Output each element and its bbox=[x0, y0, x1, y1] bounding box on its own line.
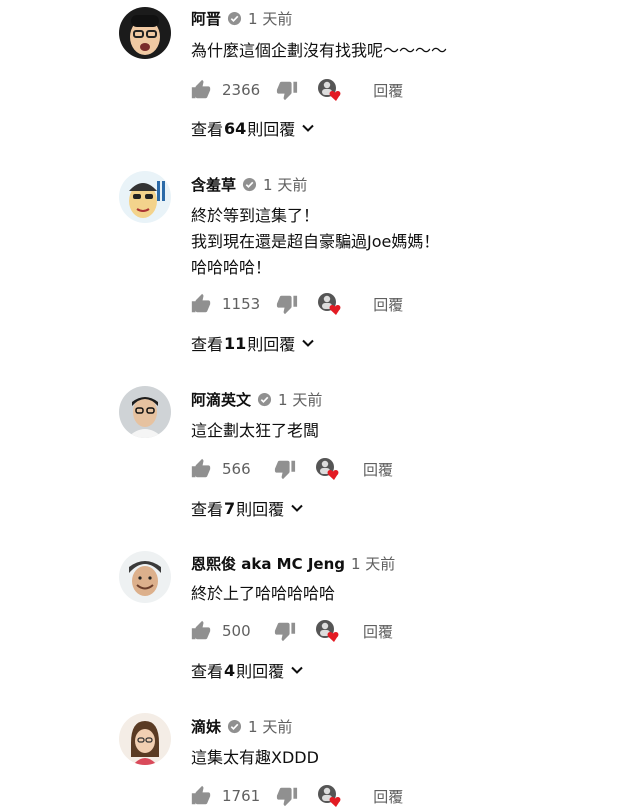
reply-button[interactable]: 回覆 bbox=[373, 786, 403, 807]
reply-button[interactable]: 回覆 bbox=[363, 459, 393, 480]
comment-line: 這集太有趣XDDD bbox=[191, 748, 319, 767]
view-replies-prefix: 查看 bbox=[191, 120, 224, 139]
comment-actions: 1153 回覆 bbox=[190, 292, 403, 316]
comment-line: 為什麼這個企劃沒有找我呢～～～～ bbox=[191, 41, 448, 60]
reply-button[interactable]: 回覆 bbox=[363, 621, 393, 642]
chevron-down-icon bbox=[291, 666, 303, 674]
like-count: 500 bbox=[222, 622, 251, 640]
comment-actions: 2366 回覆 bbox=[190, 78, 403, 102]
comment-line: 我到現在還是超自豪騙過Joe媽媽！ bbox=[191, 232, 440, 251]
comment-author[interactable]: 含羞草 bbox=[191, 174, 236, 195]
comment-text: 終於等到這集了！ 我到現在還是超自豪騙過Joe媽媽！ 哈哈哈哈！ bbox=[191, 203, 439, 281]
comment-time[interactable]: 1 天前 bbox=[248, 8, 292, 29]
comment-time[interactable]: 1 天前 bbox=[263, 174, 307, 195]
view-replies-suffix: 則回覆 bbox=[247, 335, 296, 354]
verified-check-icon bbox=[227, 719, 242, 733]
comment-time[interactable]: 1 天前 bbox=[278, 389, 322, 410]
thumb-down-icon[interactable] bbox=[274, 458, 296, 480]
comment-actions: 500 回覆 bbox=[190, 619, 393, 643]
creator-heart-icon bbox=[315, 457, 341, 481]
view-replies-button[interactable]: 查看 7 則回覆 bbox=[191, 497, 304, 519]
avatar[interactable] bbox=[119, 7, 171, 59]
thumb-down-icon[interactable] bbox=[274, 620, 296, 642]
thumb-up-icon[interactable] bbox=[190, 79, 212, 101]
comment-time[interactable]: 1 天前 bbox=[351, 553, 395, 574]
comment-text: 終於上了哈哈哈哈哈 bbox=[191, 581, 335, 607]
comment-author[interactable]: 阿晋 bbox=[191, 8, 221, 29]
comment-line: 哈哈哈哈！ bbox=[191, 258, 272, 277]
view-replies-prefix: 查看 bbox=[191, 500, 224, 519]
thumb-down-icon[interactable] bbox=[276, 79, 298, 101]
reply-count: 64 bbox=[224, 118, 247, 138]
thumb-down-icon[interactable] bbox=[276, 293, 298, 315]
verified-check-icon bbox=[257, 392, 272, 406]
like-count: 566 bbox=[222, 460, 251, 478]
view-replies-suffix: 則回覆 bbox=[247, 120, 296, 139]
comment-text: 這集太有趣XDDD bbox=[191, 745, 319, 771]
reply-count: 11 bbox=[224, 333, 247, 353]
view-replies-button[interactable]: 查看 64 則回覆 bbox=[191, 117, 315, 139]
view-replies-button[interactable]: 查看 11 則回覆 bbox=[191, 332, 315, 354]
chevron-down-icon bbox=[291, 504, 303, 512]
reply-count: 4 bbox=[224, 660, 236, 680]
like-count: 1153 bbox=[222, 295, 261, 313]
view-replies-suffix: 則回覆 bbox=[236, 500, 285, 519]
reply-button[interactable]: 回覆 bbox=[373, 80, 403, 101]
avatar[interactable] bbox=[119, 551, 171, 603]
thumb-up-icon[interactable] bbox=[190, 458, 212, 480]
reply-count: 7 bbox=[224, 498, 236, 518]
comment-author[interactable]: 阿滴英文 bbox=[191, 389, 251, 410]
avatar[interactable] bbox=[119, 386, 171, 438]
avatar[interactable] bbox=[119, 713, 171, 765]
comment-actions: 566 回覆 bbox=[190, 457, 393, 481]
view-replies-prefix: 查看 bbox=[191, 662, 224, 681]
chevron-down-icon bbox=[302, 339, 315, 347]
comment-author[interactable]: 滴妹 bbox=[191, 716, 221, 737]
verified-check-icon bbox=[242, 177, 257, 191]
comment-time[interactable]: 1 天前 bbox=[248, 716, 292, 737]
view-replies-suffix: 則回覆 bbox=[236, 662, 285, 681]
verified-check-icon bbox=[227, 11, 242, 25]
thumb-up-icon[interactable] bbox=[190, 293, 212, 315]
comment-actions: 1761 回覆 bbox=[190, 784, 403, 808]
creator-heart-icon bbox=[317, 292, 343, 316]
comment-line: 這企劃太狂了老闆 bbox=[191, 421, 320, 440]
view-replies-button[interactable]: 查看 4 則回覆 bbox=[191, 659, 304, 681]
comment-line: 終於上了哈哈哈哈哈 bbox=[191, 584, 336, 603]
reply-button[interactable]: 回覆 bbox=[373, 294, 403, 315]
creator-heart-icon bbox=[315, 619, 341, 643]
comment-line: 終於等到這集了！ bbox=[191, 206, 320, 225]
comment-author[interactable]: 恩熙俊 aka MC Jeng bbox=[191, 553, 345, 574]
view-replies-prefix: 查看 bbox=[191, 335, 224, 354]
avatar[interactable] bbox=[119, 171, 171, 223]
thumb-down-icon[interactable] bbox=[276, 785, 298, 807]
comment-text: 這企劃太狂了老闆 bbox=[191, 418, 319, 444]
thumb-up-icon[interactable] bbox=[190, 620, 212, 642]
creator-heart-icon bbox=[317, 784, 343, 808]
thumb-up-icon[interactable] bbox=[190, 785, 212, 807]
like-count: 1761 bbox=[222, 787, 261, 805]
like-count: 2366 bbox=[222, 81, 261, 99]
creator-heart-icon bbox=[317, 78, 343, 102]
comment-text: 為什麼這個企劃沒有找我呢～～～～ bbox=[191, 38, 447, 64]
chevron-down-icon bbox=[302, 124, 315, 132]
